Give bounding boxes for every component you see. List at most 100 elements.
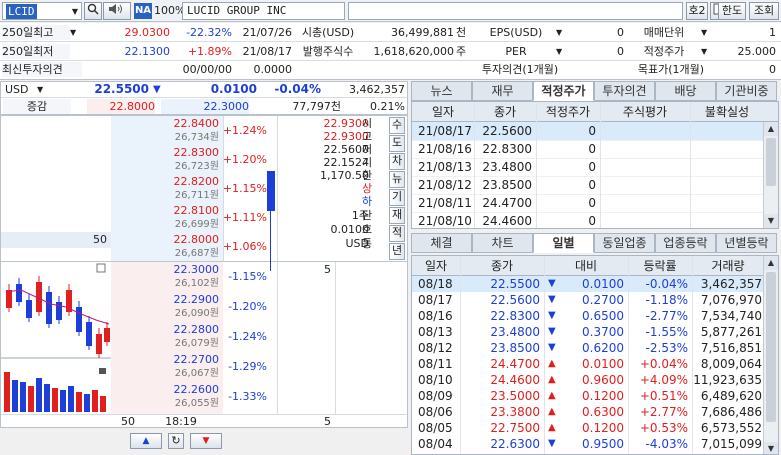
daily-row[interactable]: 08/09 23.5000 ▲ 0.1200 +0.51% 6,489,620 (412, 388, 764, 404)
refresh-button[interactable]: ↻ (168, 433, 184, 449)
shares-label: 발행주식수 (302, 45, 354, 58)
side-button[interactable]: 기 (389, 189, 405, 206)
trade-tabs: 체결 차트 일별 동일업종 업종등락 년별등락 (411, 233, 781, 253)
tab-4[interactable]: 배당 (655, 81, 716, 101)
chevron-down-icon[interactable]: ▼ (69, 4, 81, 20)
stat-label-lower: 하 (361, 195, 373, 208)
bottom-qty: 50 (121, 415, 135, 428)
daily-row[interactable]: 08/13 23.4800 ▼ 0.3700 -1.55% 5,877,261 (412, 324, 764, 340)
volume-bar (20, 382, 26, 412)
tab-4[interactable]: 업종등락 (655, 233, 716, 253)
tab-3[interactable]: 투자의견 (594, 81, 655, 101)
chevron-down-icon[interactable]: ▼ (37, 82, 47, 97)
candle-body (46, 292, 52, 324)
bottom-time: 18:19 (165, 415, 197, 428)
tab-2[interactable]: 적정주가 (533, 81, 594, 101)
scroll-down-icon[interactable]: ▼ (764, 214, 778, 228)
tab-3[interactable]: 동일업종 (594, 233, 655, 253)
chevron-down-icon[interactable]: ▼ (701, 44, 713, 59)
volume-bar (36, 378, 42, 412)
chevron-down-icon[interactable]: ▼ (556, 25, 568, 40)
tab-5[interactable]: 년별등락 (716, 233, 777, 253)
daily-row[interactable]: 08/06 23.3800 ▲ 0.6300 +2.77% 7,686,486 (412, 404, 764, 420)
mini-candle-chart (1, 263, 111, 412)
daily-row[interactable]: 08/18 22.5500 ▼ 0.0100 -0.04% 3,462,357 (412, 276, 764, 292)
fair-row[interactable]: 21/08/10 24.4600 0 (412, 212, 764, 228)
ask-krw: 26,723원 (174, 161, 219, 172)
daily-header: 등락률 (643, 259, 677, 273)
fair-scrollbar[interactable]: ▲ ▼ (763, 122, 778, 228)
side-button[interactable]: 년 (389, 243, 405, 260)
daily-row[interactable]: 08/04 22.6300 ▼ 0.9500 -4.03% 7,015,099 (412, 436, 764, 452)
side-button[interactable]: 차 (389, 153, 405, 170)
daily-header: 종가 (490, 259, 514, 273)
volume-bar (100, 396, 106, 412)
ho2-button[interactable]: 호2 (686, 2, 708, 20)
limit-button[interactable]: 한도 (718, 2, 746, 20)
side-button[interactable]: 적 (389, 225, 405, 242)
ask-krw: 26,734원 (174, 132, 219, 143)
fair-row[interactable]: 21/08/11 24.4700 0 (412, 194, 764, 213)
query-button[interactable]: 조회 (749, 2, 779, 20)
tick-size: 0.0100 (330, 223, 370, 236)
ask-price: 22.8200 (173, 175, 220, 188)
daily-row[interactable]: 08/05 22.7500 ▲ 0.1200 +0.53% 6,573,552 (412, 420, 764, 436)
bid-rate: -1.29% (228, 360, 267, 373)
chevron-down-icon[interactable]: ▼ (556, 44, 568, 59)
ticker-bar (348, 2, 683, 20)
fair-row[interactable]: 21/08/13 23.4800 0 (412, 158, 764, 177)
scroll-down-icon[interactable]: ▼ (764, 442, 778, 454)
tab-0[interactable]: 뉴스 (411, 81, 472, 101)
fair-date: 21/08/11 (418, 196, 472, 210)
fair-row[interactable]: 21/08/16 22.8300 0 (412, 140, 764, 159)
fair-row[interactable]: 21/08/17 22.5600 0 (412, 122, 764, 141)
chevron-down-icon[interactable]: ▼ (701, 25, 713, 40)
grid-line (628, 256, 629, 454)
daily-header: 일자 (424, 259, 448, 273)
tab-1[interactable]: 재무 (472, 81, 533, 101)
side-button[interactable]: 재 (389, 207, 405, 224)
ask-krw: 26,711원 (174, 190, 219, 201)
side-button[interactable]: 수 (389, 117, 405, 134)
scroll-up-icon[interactable]: ▲ (764, 122, 778, 136)
per-value: 0 (617, 45, 624, 58)
side-button[interactable]: 뉴 (389, 171, 405, 188)
scroll-thumb[interactable] (766, 272, 776, 422)
turnover-rate: 0.21% (370, 100, 405, 113)
chevron-down-icon[interactable]: ▼ (70, 25, 84, 40)
side-button[interactable]: 도 (389, 135, 405, 152)
sound-button[interactable] (103, 2, 131, 20)
tab-0[interactable]: 체결 (411, 233, 472, 253)
daily-row[interactable]: 08/11 24.4700 ▲ 0.0100 +0.04% 8,009,064 (412, 356, 764, 372)
daily-row[interactable]: 08/10 24.4600 ▲ 0.9600 +4.09% 11,923,635 (412, 372, 764, 388)
fair-row[interactable]: 21/08/12 23.8500 0 (412, 176, 764, 195)
fair-value: 0 (588, 196, 596, 210)
tab-5[interactable]: 기관비중 (716, 81, 777, 101)
search-button[interactable] (84, 2, 102, 20)
tab-1[interactable]: 차트 (472, 233, 533, 253)
grid-line (600, 102, 601, 228)
ask-krw: 26,699원 (174, 219, 219, 230)
daily-row[interactable]: 08/16 22.8300 ▼ 0.6500 -2.77% 7,534,740 (412, 308, 764, 324)
grid-line (460, 256, 461, 454)
daily-scrollbar[interactable]: ▲ ▼ (763, 256, 778, 454)
fair-close: 24.4700 (482, 196, 532, 210)
scroll-up-button[interactable]: ▲ (130, 433, 162, 449)
bid-price: 22.2800 (173, 323, 220, 336)
symbol-code: LCID (6, 4, 37, 19)
scroll-down-button[interactable]: ▼ (190, 433, 222, 449)
zoom-level: 100% (154, 4, 186, 17)
toolbar: LCID ▼ NA 100% LUCID GROUP INC 호2 ⚙ (0, 0, 781, 22)
scroll-up-icon[interactable]: ▲ (764, 256, 778, 270)
daily-row[interactable]: 08/17 22.5600 ▼ 0.2700 -1.18% 7,076,970 (412, 292, 764, 308)
scroll-thumb[interactable] (766, 138, 776, 186)
symbol-input[interactable]: LCID ▼ (2, 2, 82, 20)
daily-row[interactable]: 08/12 23.8500 ▼ 0.6200 -2.53% 7,516,851 (412, 340, 764, 356)
daily-header: 거래량 (711, 259, 745, 273)
high250-rate: -22.32% (186, 26, 232, 39)
unit-label-2: 호 (361, 223, 373, 236)
volume-bar (12, 380, 18, 412)
tab-2[interactable]: 일별 (533, 233, 594, 253)
high250-date: 21/07/26 (242, 26, 292, 39)
ask-qty-total: 50 (93, 233, 107, 246)
